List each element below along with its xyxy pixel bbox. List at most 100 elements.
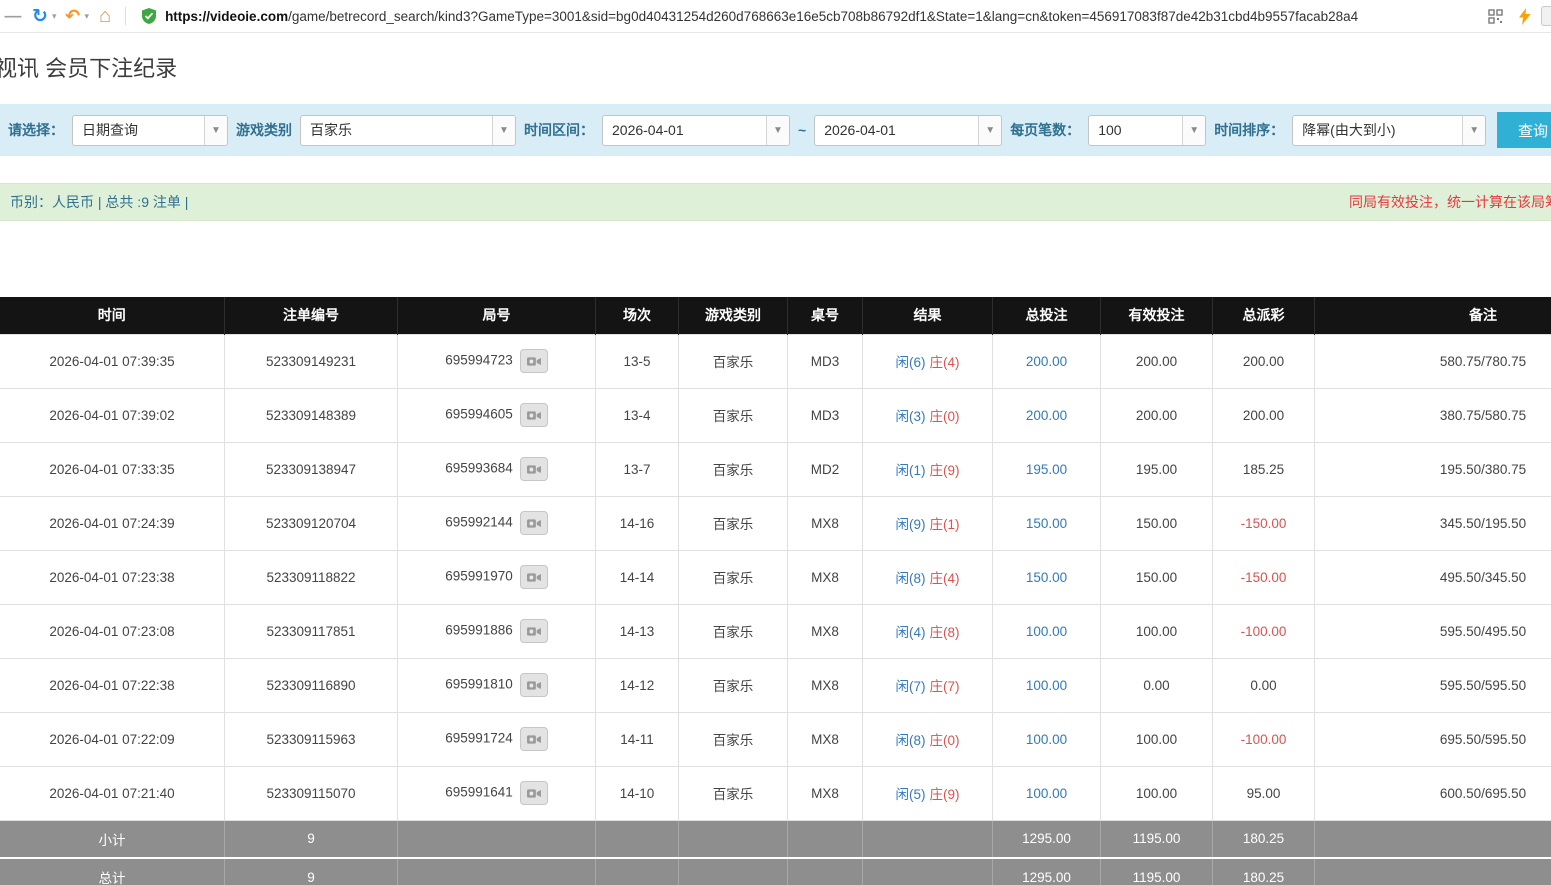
result-player: 闲(8) — [896, 733, 926, 748]
game-type-value: 百家乐 — [301, 116, 492, 145]
cell-valid-bet: 100.00 — [1101, 712, 1213, 766]
chevron-down-icon[interactable]: ▼ — [204, 116, 227, 145]
cell-valid-bet: 100.00 — [1101, 766, 1213, 820]
round-number: 695994605 — [445, 407, 513, 422]
table-body: 2026-04-01 07:39:35 523309149231 6959947… — [0, 334, 1551, 820]
home-icon[interactable]: ⌂ — [94, 4, 116, 28]
cell-time: 2026-04-01 07:33:35 — [0, 442, 225, 496]
cell-payout: -100.00 — [1213, 712, 1315, 766]
table-row: 2026-04-01 07:22:38 523309116890 6959918… — [0, 658, 1551, 712]
col-header-payout: 总派彩 — [1213, 297, 1315, 334]
result-player: 闲(3) — [896, 409, 926, 424]
chevron-down-icon[interactable]: ▼ — [1182, 116, 1205, 145]
chevron-down-icon[interactable]: ▼ — [1462, 116, 1485, 145]
cell-round: 695991724 — [398, 712, 596, 766]
chevron-down-icon[interactable]: ▼ — [978, 116, 1001, 145]
col-header-total-bet: 总投注 — [993, 297, 1101, 334]
table-row: 2026-04-01 07:23:08 523309117851 6959918… — [0, 604, 1551, 658]
summary-bar: 币别：人民币 | 总共 :9 注单 | 同局有效投注，统一计算在该局筹 — [0, 183, 1551, 221]
video-replay-button[interactable] — [520, 349, 548, 373]
cell-game-type: 百家乐 — [679, 442, 788, 496]
date-from-value: 2026-04-01 — [603, 116, 766, 145]
date-to-select[interactable]: 2026-04-01 ▼ — [814, 115, 1002, 146]
video-replay-button[interactable] — [520, 781, 548, 805]
subtotal-payout: 180.25 — [1213, 820, 1315, 858]
cell-result: 闲(5)庄(9) — [863, 766, 993, 820]
cell-time: 2026-04-01 07:23:08 — [0, 604, 225, 658]
cell-total-bet[interactable]: 200.00 — [993, 388, 1101, 442]
result-banker: 庄(0) — [930, 409, 960, 424]
back-icon[interactable]: — — [2, 4, 24, 28]
video-replay-button[interactable] — [520, 619, 548, 643]
cell-session: 14-12 — [596, 658, 679, 712]
cell-round: 695993684 — [398, 442, 596, 496]
query-type-select[interactable]: 日期查询 ▼ — [72, 115, 228, 146]
cell-session: 14-14 — [596, 550, 679, 604]
qr-code-icon[interactable] — [1483, 4, 1507, 28]
video-replay-button[interactable] — [520, 403, 548, 427]
page-title: 视讯 会员下注纪录 — [0, 54, 1551, 84]
cell-bet-id: 523309116890 — [225, 658, 398, 712]
query-type-value: 日期查询 — [73, 116, 204, 145]
round-number: 695991970 — [445, 569, 513, 584]
cell-total-bet[interactable]: 100.00 — [993, 604, 1101, 658]
cell-total-bet[interactable]: 100.00 — [993, 712, 1101, 766]
reload-icon[interactable]: ↻ — [29, 4, 51, 28]
sort-order-value: 降幂(由大到小) — [1293, 116, 1462, 145]
cell-result: 闲(8)庄(4) — [863, 550, 993, 604]
cell-payout: 185.25 — [1213, 442, 1315, 496]
col-header-result: 结果 — [863, 297, 993, 334]
cell-bet-id: 523309115963 — [225, 712, 398, 766]
video-replay-button[interactable] — [520, 727, 548, 751]
cell-remark: 580.75/780.75 — [1315, 334, 1551, 388]
date-from-select[interactable]: 2026-04-01 ▼ — [602, 115, 790, 146]
sort-order-select[interactable]: 降幂(由大到小) ▼ — [1292, 115, 1486, 146]
chevron-down-icon[interactable]: ▼ — [766, 116, 789, 145]
cell-game-type: 百家乐 — [679, 604, 788, 658]
col-header-valid-bet: 有效投注 — [1101, 297, 1213, 334]
table-row: 2026-04-01 07:22:09 523309115963 6959917… — [0, 712, 1551, 766]
chevron-down-icon[interactable]: ▼ — [492, 116, 515, 145]
video-replay-button[interactable] — [520, 511, 548, 535]
cell-remark: 595.50/595.50 — [1315, 658, 1551, 712]
subtotal-row: 小计 9 1295.00 1195.00 180.25 — [0, 820, 1551, 858]
cell-result: 闲(3) 庄(0) — [863, 388, 993, 442]
round-number: 695993684 — [445, 461, 513, 476]
security-shield-icon[interactable] — [141, 8, 157, 24]
result-player: 闲(6) — [896, 355, 926, 370]
lightning-icon[interactable] — [1512, 4, 1536, 28]
cell-table-no: MD2 — [788, 442, 863, 496]
cell-total-bet[interactable]: 150.00 — [993, 550, 1101, 604]
cell-round: 695991810 — [398, 658, 596, 712]
cell-valid-bet: 200.00 — [1101, 334, 1213, 388]
page-size-select[interactable]: 100 ▼ — [1088, 115, 1206, 146]
address-bar[interactable]: https://videoie.com/game/betrecord_searc… — [165, 9, 1478, 24]
cell-total-bet[interactable]: 195.00 — [993, 442, 1101, 496]
search-button[interactable]: 查询 — [1497, 112, 1551, 148]
cell-valid-bet: 195.00 — [1101, 442, 1213, 496]
result-player: 闲(4) — [896, 625, 926, 640]
cell-time: 2026-04-01 07:39:35 — [0, 334, 225, 388]
cell-bet-id: 523309120704 — [225, 496, 398, 550]
cell-remark: 695.50/595.50 — [1315, 712, 1551, 766]
chevron-down-icon[interactable]: ▾ — [52, 11, 57, 22]
round-number: 695991810 — [445, 677, 513, 692]
video-replay-button[interactable] — [520, 565, 548, 589]
cell-total-bet[interactable]: 150.00 — [993, 496, 1101, 550]
cell-payout: 95.00 — [1213, 766, 1315, 820]
result-banker: 庄(8) — [930, 625, 960, 640]
browser-menu-icon[interactable] — [1541, 6, 1551, 26]
cell-time: 2026-04-01 07:23:38 — [0, 550, 225, 604]
cell-total-bet[interactable]: 200.00 — [993, 334, 1101, 388]
cell-bet-id: 523309115070 — [225, 766, 398, 820]
range-separator: ~ — [798, 122, 806, 138]
cell-table-no: MD3 — [788, 388, 863, 442]
video-replay-button[interactable] — [520, 457, 548, 481]
cell-total-bet[interactable]: 100.00 — [993, 658, 1101, 712]
cell-total-bet[interactable]: 100.00 — [993, 766, 1101, 820]
chevron-down-icon[interactable]: ▾ — [85, 11, 90, 22]
game-type-select[interactable]: 百家乐 ▼ — [300, 115, 516, 146]
undo-arrow-icon[interactable]: ↶ — [62, 4, 84, 28]
select-type-label: 请选择： — [8, 120, 64, 140]
video-replay-button[interactable] — [520, 673, 548, 697]
